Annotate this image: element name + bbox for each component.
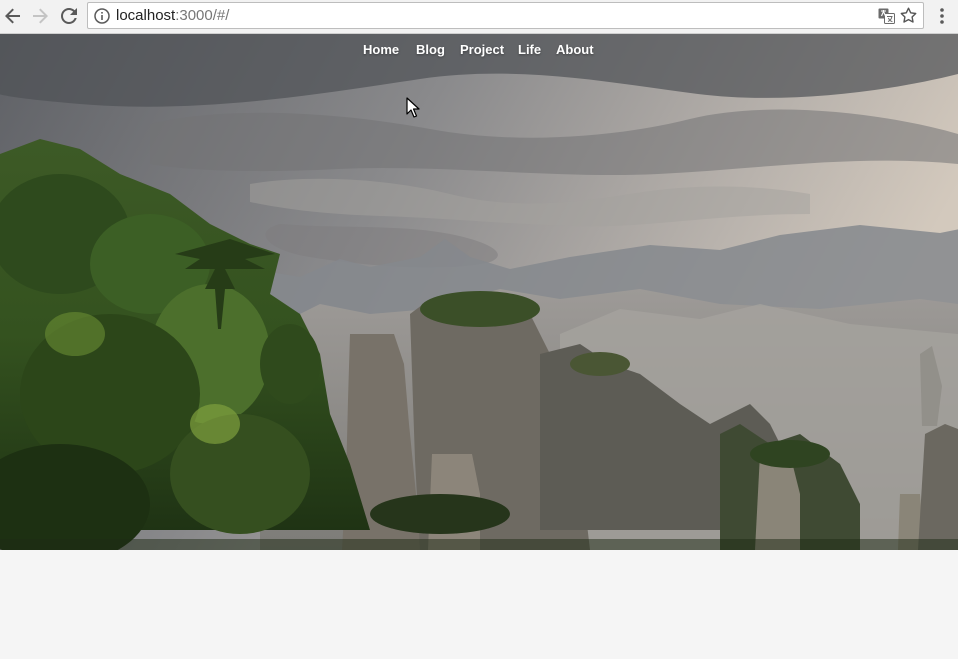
browser-toolbar: localhost:3000/#/ <box>0 0 958 34</box>
address-bar[interactable]: localhost:3000/#/ <box>87 2 924 29</box>
page-body-empty <box>0 550 958 659</box>
arrow-right-icon <box>33 8 48 24</box>
url-host: localhost <box>116 7 176 24</box>
nav-life[interactable]: Life <box>518 42 541 58</box>
info-circle-icon[interactable] <box>94 8 110 24</box>
star-icon[interactable] <box>900 7 917 24</box>
mouse-pointer-icon <box>406 97 420 118</box>
url-text[interactable]: localhost:3000/#/ <box>116 7 229 25</box>
vertical-dots-icon[interactable] <box>936 7 948 25</box>
arrow-left-icon <box>5 8 20 24</box>
reload-icon <box>61 8 77 24</box>
back-button[interactable] <box>1 5 25 27</box>
forward-button[interactable] <box>28 5 52 27</box>
url-path: :3000/#/ <box>175 7 230 24</box>
page-content: Home Blog Project Life About <box>0 34 958 659</box>
hero-image <box>0 34 958 550</box>
nav-about[interactable]: About <box>556 42 594 58</box>
nav-blog[interactable]: Blog <box>416 42 445 58</box>
nav-home[interactable]: Home <box>363 42 399 58</box>
reload-button[interactable] <box>57 5 81 27</box>
nav-project[interactable]: Project <box>460 42 504 58</box>
site-nav: Home Blog Project Life About <box>0 42 958 60</box>
translate-icon[interactable] <box>878 8 895 24</box>
